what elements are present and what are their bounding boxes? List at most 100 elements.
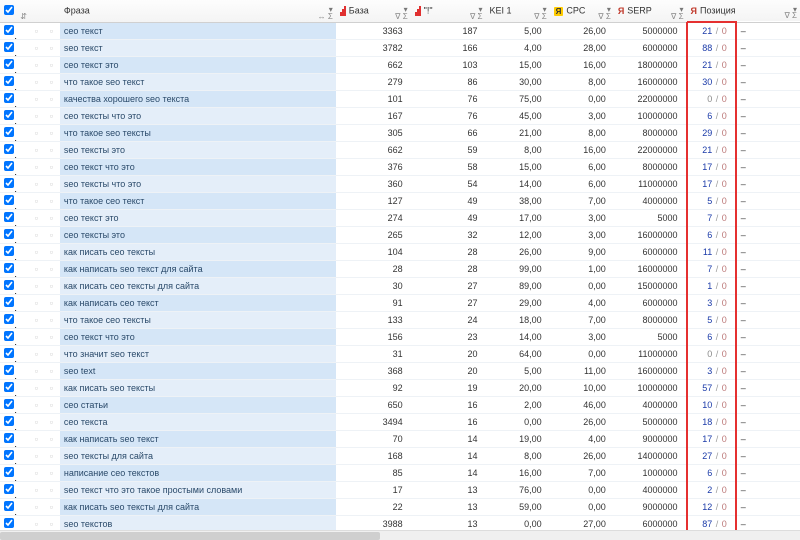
cell-phrase[interactable]: seo тексты что это [60,175,336,192]
row-copy-icon[interactable]: ▫ [30,39,43,56]
row-checkbox-cell[interactable] [0,396,17,413]
column-header-position[interactable]: ЯПозиция▾∇ Σ [687,0,800,22]
row-flag-icon[interactable] [17,294,30,311]
row-flag-icon[interactable] [17,175,30,192]
row-copy-icon[interactable]: ▫ [30,277,43,294]
row-group-icon[interactable]: ▫ [43,396,60,413]
row-group-icon[interactable]: ▫ [43,192,60,209]
row-copy-icon[interactable]: ▫ [30,481,43,498]
row-copy-icon[interactable]: ▫ [30,73,43,90]
row-checkbox[interactable] [4,42,14,52]
row-checkbox[interactable] [4,76,14,86]
row-flag-icon[interactable] [17,158,30,175]
table-row[interactable]: ▫▫сео текст что это1562314,003,0050006 /… [0,328,800,345]
row-checkbox[interactable] [4,25,14,35]
cell-phrase[interactable]: сео текст это [60,209,336,226]
cell-phrase[interactable]: как написать seo текст [60,430,336,447]
row-checkbox-cell[interactable] [0,481,17,498]
row-group-icon[interactable]: ▫ [43,277,60,294]
row-copy-icon[interactable]: ▫ [30,413,43,430]
table-row[interactable]: ▫▫что такое seo текст2798630,008,0016000… [0,73,800,90]
row-checkbox[interactable] [4,229,14,239]
column-header-phrase[interactable]: Фраза▾↔ Σ [60,0,336,22]
row-group-icon[interactable]: ▫ [43,481,60,498]
row-checkbox[interactable] [4,467,14,477]
row-copy-icon[interactable]: ▫ [30,396,43,413]
row-group-icon[interactable]: ▫ [43,22,60,39]
row-flag-icon[interactable] [17,464,30,481]
table-row[interactable]: ▫▫seo тексты что это3605414,006,00110000… [0,175,800,192]
table-row[interactable]: ▫▫как писать seo тексты921920,0010,00100… [0,379,800,396]
select-all-checkbox[interactable] [4,5,14,15]
cell-phrase[interactable]: качества хорошего seo текста [60,90,336,107]
row-flag-icon[interactable] [17,226,30,243]
table-row[interactable]: ▫▫сео тексты это2653212,003,00160000006 … [0,226,800,243]
row-flag-icon[interactable] [17,345,30,362]
row-flag-icon[interactable] [17,243,30,260]
row-checkbox[interactable] [4,450,14,460]
row-copy-icon[interactable]: ▫ [30,464,43,481]
row-group-icon[interactable]: ▫ [43,243,60,260]
column-header-serp[interactable]: ЯSERP▾∇ Σ [614,0,687,22]
column-header-base[interactable]: База▾∇ Σ [336,0,411,22]
row-flag-icon[interactable] [17,56,30,73]
row-checkbox[interactable] [4,246,14,256]
table-row[interactable]: ▫▫сео тексты что это1677645,003,00100000… [0,107,800,124]
row-group-icon[interactable]: ▫ [43,158,60,175]
row-group-icon[interactable]: ▫ [43,56,60,73]
table-row[interactable]: ▫▫сео текст33631875,0026,00500000021 / 0… [0,22,800,39]
row-copy-icon[interactable]: ▫ [30,209,43,226]
row-flag-icon[interactable] [17,192,30,209]
table-row[interactable]: ▫▫написание сео текстов851416,007,001000… [0,464,800,481]
row-checkbox[interactable] [4,314,14,324]
cell-phrase[interactable]: сео текста [60,413,336,430]
row-copy-icon[interactable]: ▫ [30,311,43,328]
row-checkbox-cell[interactable] [0,294,17,311]
table-row[interactable]: ▫▫что значит seo текст312064,000,0011000… [0,345,800,362]
row-checkbox[interactable] [4,399,14,409]
row-group-icon[interactable]: ▫ [43,345,60,362]
cell-phrase[interactable]: что такое сео текст [60,192,336,209]
row-group-icon[interactable]: ▫ [43,362,60,379]
row-checkbox[interactable] [4,416,14,426]
table-row[interactable]: ▫▫как писать сео тексты1042826,009,00600… [0,243,800,260]
row-copy-icon[interactable]: ▫ [30,22,43,39]
table-row[interactable]: ▫▫seo тексты для сайта168148,0026,001400… [0,447,800,464]
row-checkbox[interactable] [4,433,14,443]
row-checkbox[interactable] [4,110,14,120]
row-copy-icon[interactable]: ▫ [30,226,43,243]
row-flag-icon[interactable] [17,124,30,141]
row-flag-icon[interactable] [17,396,30,413]
column-header-cpc[interactable]: ЯCPC▾∇ Σ [550,0,614,22]
row-copy-icon[interactable]: ▫ [30,498,43,515]
header-filter-icon[interactable]: ⇵ [17,0,30,22]
row-checkbox-cell[interactable] [0,430,17,447]
row-group-icon[interactable]: ▫ [43,141,60,158]
row-checkbox-cell[interactable] [0,39,17,56]
cell-phrase[interactable]: как писать сео тексты для сайта [60,277,336,294]
column-header-kei[interactable]: KEI 1▾∇ Σ [486,0,550,22]
row-checkbox-cell[interactable] [0,141,17,158]
cell-phrase[interactable]: сео текст что это [60,328,336,345]
cell-phrase[interactable]: как писать seo тексты для сайта [60,498,336,515]
cell-phrase[interactable]: сео тексты это [60,226,336,243]
row-copy-icon[interactable]: ▫ [30,56,43,73]
row-copy-icon[interactable]: ▫ [30,328,43,345]
row-flag-icon[interactable] [17,481,30,498]
cell-phrase[interactable]: как писать сео тексты [60,243,336,260]
row-checkbox[interactable] [4,348,14,358]
table-row[interactable]: ▫▫что такое сео текст1274938,007,0040000… [0,192,800,209]
table-row[interactable]: ▫▫как написать seo текст для сайта282899… [0,260,800,277]
row-flag-icon[interactable] [17,447,30,464]
table-row[interactable]: ▫▫что такое сео тексты1332418,007,008000… [0,311,800,328]
row-group-icon[interactable]: ▫ [43,175,60,192]
row-checkbox[interactable] [4,161,14,171]
table-row[interactable]: ▫▫как писать сео тексты для сайта302789,… [0,277,800,294]
row-group-icon[interactable]: ▫ [43,209,60,226]
row-checkbox-cell[interactable] [0,311,17,328]
row-group-icon[interactable]: ▫ [43,226,60,243]
row-copy-icon[interactable]: ▫ [30,158,43,175]
cell-phrase[interactable]: как написать сео текст [60,294,336,311]
row-copy-icon[interactable]: ▫ [30,175,43,192]
row-checkbox[interactable] [4,518,14,528]
